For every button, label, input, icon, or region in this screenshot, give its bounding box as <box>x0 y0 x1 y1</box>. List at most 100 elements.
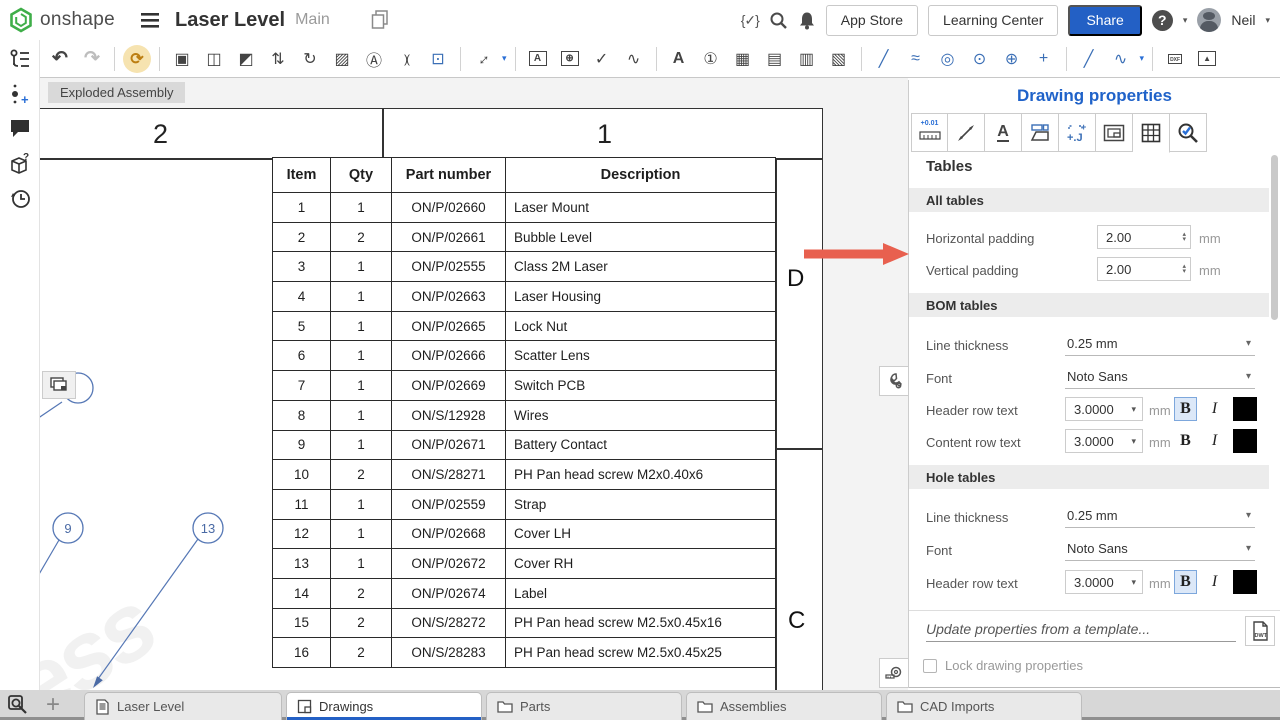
bom-font-select[interactable]: Noto Sans▾ <box>1065 365 1255 389</box>
export-dxf-button[interactable]: DXF <box>1161 45 1189 73</box>
tab-sheet[interactable] <box>1096 113 1133 152</box>
table-row[interactable]: 102ON/S/28271PH Pan head screw M2x0.40x6 <box>273 460 776 490</box>
point-button[interactable]: ⊕ <box>998 45 1026 73</box>
spline-button[interactable]: ∿ <box>1107 45 1135 73</box>
insert-image-button[interactable]: ▲ <box>1193 45 1221 73</box>
table-row[interactable]: 51ON/P/02665Lock Nut <box>273 311 776 341</box>
detail-view-button[interactable]: Ⓐ <box>360 45 388 73</box>
bom-header-size-select[interactable]: 3.0000▾ <box>1065 397 1143 421</box>
auxiliary-view-button[interactable]: ◩ <box>232 45 260 73</box>
table-row[interactable]: 41ON/P/02663Laser Housing <box>273 282 776 312</box>
bom-line-thickness-select[interactable]: 0.25 mm▾ <box>1065 332 1255 356</box>
hole-font-select[interactable]: Noto Sans▾ <box>1065 537 1255 561</box>
table-row[interactable]: 111ON/P/02559Strap <box>273 489 776 519</box>
table-row[interactable]: 131ON/P/02672Cover RH <box>273 549 776 579</box>
bom-table[interactable]: Item Qty Part number Description 11ON/P/… <box>272 157 776 668</box>
broken-view-button[interactable]: )( <box>392 45 420 73</box>
sketch-line-button[interactable]: ╱ <box>1075 45 1103 73</box>
spinner-icon[interactable]: ▴▾ <box>1182 264 1186 274</box>
tab-laser-level[interactable]: Laser Level <box>84 692 282 720</box>
table-row[interactable]: 22ON/P/02661Bubble Level <box>273 222 776 252</box>
table-row[interactable]: 91ON/P/02671Battery Contact <box>273 430 776 460</box>
surface-finish-button[interactable]: ✓ <box>588 45 616 73</box>
weld-symbol-button[interactable]: ∿ <box>620 45 648 73</box>
rotate-view-button[interactable]: ↻ <box>296 45 324 73</box>
view-label-exploded-assembly[interactable]: Exploded Assembly <box>48 82 185 103</box>
tab-cad-imports[interactable]: CAD Imports <box>886 692 1082 720</box>
lock-checkbox[interactable] <box>923 659 937 673</box>
cutlist-table-button[interactable]: ▧ <box>825 45 853 73</box>
user-name[interactable]: Neil <box>1231 12 1255 28</box>
instances-badge[interactable] <box>42 371 76 399</box>
table-button[interactable]: ▦ <box>729 45 757 73</box>
measure-flyout-button[interactable] <box>879 658 909 688</box>
centermark-button[interactable]: ⊙ <box>966 45 994 73</box>
tab-text[interactable]: A <box>985 113 1022 152</box>
user-dropdown-caret-icon[interactable]: ▾ <box>1265 15 1270 26</box>
tab-parts[interactable]: Parts <box>486 692 682 720</box>
horizontal-padding-input[interactable]: 2.00 ▴▾ <box>1097 225 1191 249</box>
vertical-padding-input[interactable]: 2.00 ▴▾ <box>1097 257 1191 281</box>
comments-icon[interactable] <box>8 116 32 140</box>
section-view-button[interactable]: ▨ <box>328 45 356 73</box>
move-view-button[interactable]: ⇅ <box>264 45 292 73</box>
add-tab-button[interactable]: + <box>40 693 66 717</box>
table-row[interactable]: 31ON/P/02555Class 2M Laser <box>273 252 776 282</box>
table-row[interactable]: 61ON/P/02666Scatter Lens <box>273 341 776 371</box>
feature-list-icon[interactable] <box>8 48 32 72</box>
tab-assemblies[interactable]: Assemblies <box>686 692 882 720</box>
redo-button[interactable]: ↷ <box>78 45 106 73</box>
hole-header-bold-button[interactable]: B <box>1174 570 1197 594</box>
bom-content-italic-button[interactable]: I <box>1203 429 1226 453</box>
browse-template-button[interactable]: DWT <box>1245 616 1275 646</box>
hole-table-button[interactable]: ▥ <box>793 45 821 73</box>
app-store-button[interactable]: App Store <box>826 5 918 36</box>
onshape-logo[interactable]: onshape <box>8 7 115 33</box>
configuration-flyout-button[interactable] <box>879 366 909 396</box>
hole-header-italic-button[interactable]: I <box>1203 570 1226 594</box>
lock-drawing-properties[interactable]: Lock drawing properties <box>923 658 1083 673</box>
versions-icon[interactable]: + <box>8 82 32 106</box>
hole-line-thickness-select[interactable]: 0.25 mm▾ <box>1065 504 1255 528</box>
spline-dropdown-caret-icon[interactable]: ▾ <box>1140 53 1145 64</box>
projected-view-button[interactable]: ◫ <box>200 45 228 73</box>
workspace-label[interactable]: Main <box>295 11 330 29</box>
construction-line-button[interactable]: + <box>1030 45 1058 73</box>
help-cube-icon[interactable]: ? <box>8 152 32 176</box>
tab-annotations[interactable]: + +.J <box>1059 113 1096 152</box>
table-row[interactable]: 142ON/P/02674Label <box>273 578 776 608</box>
note-button[interactable]: A <box>524 45 552 73</box>
table-row[interactable]: 11ON/P/02660Laser Mount <box>273 193 776 223</box>
balloon-button[interactable]: ① <box>697 45 725 73</box>
main-menu-icon[interactable] <box>141 12 161 28</box>
tab-tables[interactable] <box>1133 113 1170 153</box>
tab-quality-check[interactable] <box>1170 113 1207 152</box>
featurescript-icon[interactable]: {✓} <box>741 12 759 29</box>
share-button[interactable]: Share <box>1068 5 1141 36</box>
notifications-bell-icon[interactable] <box>798 11 816 30</box>
bom-header-bold-button[interactable]: B <box>1174 397 1197 421</box>
tab-drawings[interactable]: Drawings <box>286 692 482 720</box>
dimension-dropdown-caret-icon[interactable]: ▾ <box>502 53 507 64</box>
help-icon[interactable]: ? <box>1152 10 1173 31</box>
panel-scrollbar-thumb[interactable] <box>1271 155 1278 320</box>
hole-header-color-swatch[interactable] <box>1233 570 1257 594</box>
tab-views[interactable] <box>1022 113 1059 152</box>
table-row[interactable]: 121ON/P/02668Cover LH <box>273 519 776 549</box>
table-row[interactable]: 152ON/S/28272PH Pan head screw M2.5x0.45… <box>273 608 776 638</box>
user-avatar[interactable] <box>1197 8 1221 32</box>
tab-units-precision[interactable]: +0.01 <box>911 113 948 152</box>
table-row[interactable]: 162ON/S/28283PH Pan head screw M2.5x0.45… <box>273 638 776 668</box>
insert-view-button[interactable]: ▣ <box>168 45 196 73</box>
centerline-bisector-button[interactable]: ≈ <box>902 45 930 73</box>
bom-header-italic-button[interactable]: I <box>1203 397 1226 421</box>
bom-table-button[interactable]: ▤ <box>761 45 789 73</box>
bom-content-bold-button[interactable]: B <box>1174 429 1197 453</box>
search-tabs-button[interactable] <box>5 693 31 717</box>
history-icon[interactable] <box>8 186 32 210</box>
update-views-button[interactable]: ⟳ <box>123 45 151 73</box>
circular-centermark-button[interactable]: ◎ <box>934 45 962 73</box>
spinner-icon[interactable]: ▴▾ <box>1182 232 1186 242</box>
help-dropdown-caret-icon[interactable]: ▾ <box>1183 15 1188 26</box>
hole-header-size-select[interactable]: 3.0000▾ <box>1065 570 1143 594</box>
